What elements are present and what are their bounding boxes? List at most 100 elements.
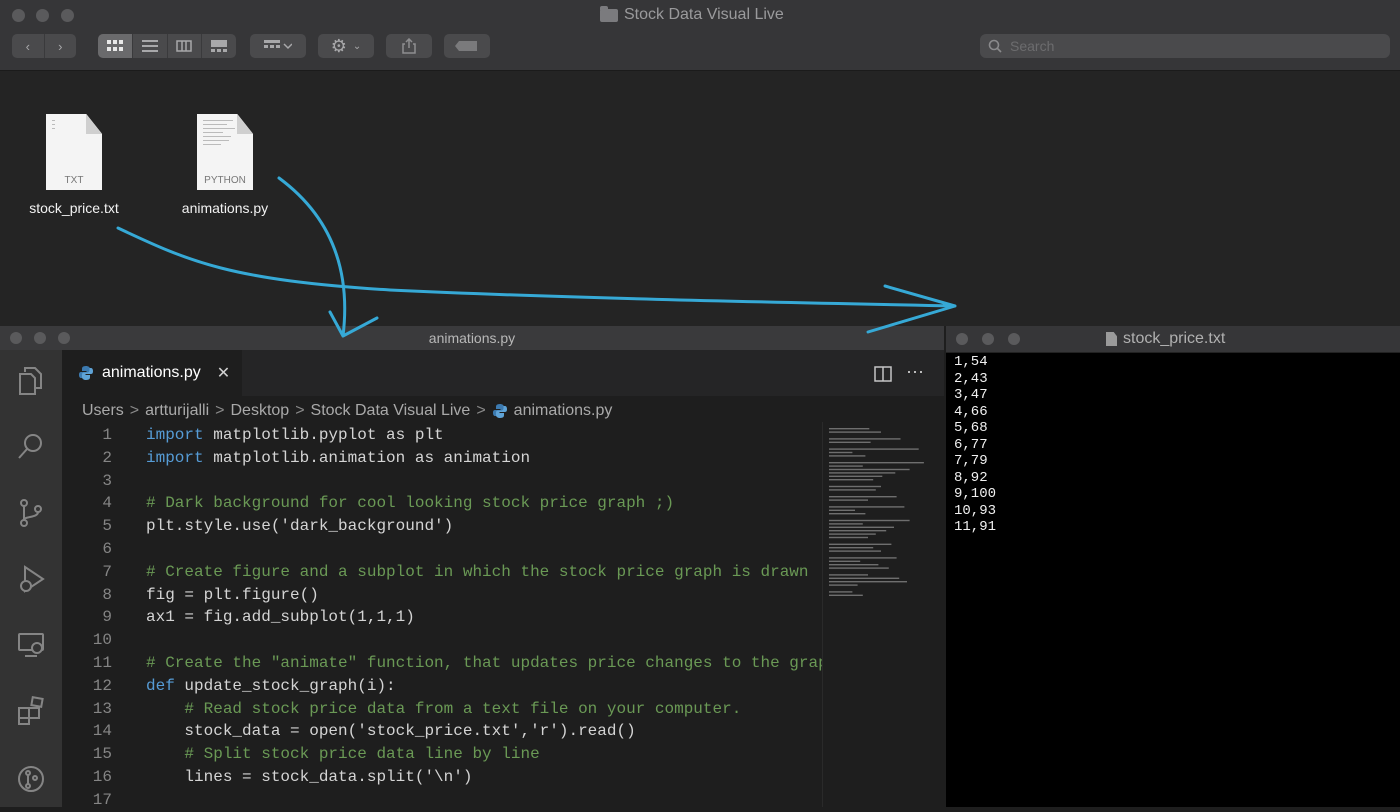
tags-button[interactable]: [444, 34, 490, 58]
file-name-label: stock_price.txt: [29, 200, 119, 216]
line-number: 14: [92, 722, 112, 741]
gallery-view-button[interactable]: [202, 34, 236, 58]
nav-buttons: ‹ ›: [12, 34, 76, 58]
text-line: 7,79: [954, 453, 988, 469]
minimap[interactable]: [822, 422, 943, 807]
code-text: # Create the "animate" function, that up…: [146, 653, 847, 672]
code-line[interactable]: 1 import matplotlib.pyplot as plt: [62, 424, 822, 447]
line-number: 15: [92, 745, 112, 764]
code-line[interactable]: 16 lines = stock_data.split('\n'): [62, 766, 822, 789]
code-line[interactable]: 2 import matplotlib.animation as animatio…: [62, 447, 822, 470]
breadcrumb-separator: >: [295, 402, 305, 419]
list-view-button[interactable]: [133, 34, 168, 58]
files-icon[interactable]: [16, 366, 46, 396]
close-window-button[interactable]: [12, 9, 25, 22]
zoom-window-button[interactable]: [61, 9, 74, 22]
python-document-icon: PYTHON: [197, 114, 253, 190]
text-document-icon: TXT: [46, 114, 102, 190]
breadcrumb-item-file[interactable]: animations.py: [514, 402, 613, 420]
code-line[interactable]: 7 # Create figure and a subplot in which …: [62, 561, 822, 584]
run-debug-icon[interactable]: [16, 564, 46, 594]
breadcrumb-item-folder[interactable]: Stock Data Visual Live: [311, 402, 471, 420]
source-control-icon[interactable]: [16, 498, 46, 528]
line-number: 11: [92, 653, 112, 672]
remote-explorer-icon[interactable]: [16, 630, 46, 660]
icon-view-button[interactable]: [98, 34, 133, 58]
code-text: import matplotlib.pyplot as plt: [146, 426, 444, 444]
line-number: 2: [102, 448, 112, 467]
code-line[interactable]: 6: [62, 538, 822, 561]
line-number: 5: [102, 517, 112, 536]
minimap-canvas: [829, 428, 924, 596]
share-button[interactable]: [386, 34, 432, 58]
text-line: 8,92: [954, 469, 988, 486]
group-by-button[interactable]: [250, 34, 306, 58]
extensions-icon[interactable]: [16, 696, 46, 726]
code-editor[interactable]: 1 import matplotlib.pyplot as plt 2 import …: [62, 424, 847, 809]
group-icon: [264, 40, 292, 50]
textedit-title-text: stock_price.txt: [1123, 330, 1226, 347]
code-text: # Split stock price data line by line: [146, 745, 540, 764]
action-menu-button[interactable]: ⚙ ⌄: [318, 34, 374, 58]
more-actions-icon[interactable]: ⋯: [906, 362, 924, 383]
line-number: 4: [102, 494, 112, 513]
back-button[interactable]: ‹: [12, 34, 45, 58]
close-tab-icon[interactable]: ✕: [217, 363, 230, 383]
code-line[interactable]: 13 # Read stock price data from a text f…: [62, 698, 822, 721]
column-view-button[interactable]: [168, 34, 203, 58]
code-line[interactable]: 15 # Split stock price data line by line: [62, 743, 822, 766]
text-line: 6,77: [954, 436, 988, 453]
finder-title: Stock Data Visual Live: [600, 5, 784, 24]
code-line[interactable]: 14 stock_data = open('stock_price.txt','…: [62, 720, 822, 743]
split-editor-icon: [874, 366, 892, 382]
code-line[interactable]: 8 fig = plt.figure(): [62, 584, 822, 607]
git-graph-icon[interactable]: [16, 764, 46, 794]
breadcrumb-item-users[interactable]: Users: [82, 402, 124, 420]
breadcrumb: Users > artturijalli > Desktop > Stock D…: [82, 400, 612, 422]
split-editor-button[interactable]: [874, 366, 892, 387]
close-window-button[interactable]: [956, 333, 968, 345]
forward-button[interactable]: ›: [45, 34, 77, 58]
file-kind-label: PYTHON: [204, 175, 246, 186]
search-input[interactable]: [1008, 37, 1372, 55]
code-text: stock_data = open('stock_price.txt','r')…: [146, 722, 636, 741]
code-line[interactable]: 10: [62, 629, 822, 652]
search-field[interactable]: [980, 34, 1390, 58]
file-stock-price-txt[interactable]: TXT stock_price.txt: [4, 114, 144, 216]
text-content[interactable]: 1,54 2,43 3,47 4,66 5,68 6,77 7,79 8,92 9,100 10,…: [954, 354, 996, 536]
text-line: 3,47: [954, 387, 988, 403]
tab-animations-py[interactable]: animations.py ✕: [62, 350, 242, 396]
line-number: 6: [102, 539, 112, 558]
file-animations-py[interactable]: PYTHON animations.py: [155, 114, 295, 216]
line-number: 12: [92, 676, 112, 695]
code-line[interactable]: 3: [62, 470, 822, 493]
search-icon[interactable]: [16, 432, 46, 462]
textedit-title: stock_price.txt: [1106, 330, 1225, 348]
chevron-left-icon: ‹: [25, 38, 30, 54]
code-line[interactable]: 5 plt.style.use('dark_background'): [62, 515, 822, 538]
code-line[interactable]: 17: [62, 789, 822, 812]
code-line[interactable]: 4 # Dark background for cool looking stoc…: [62, 492, 822, 515]
code-text: ax1 = fig.add_subplot(1,1,1): [146, 608, 415, 627]
breadcrumb-item-desktop[interactable]: Desktop: [230, 402, 289, 420]
code-text: def update_stock_graph(i):: [146, 676, 396, 695]
code-line[interactable]: 12 def update_stock_graph(i):: [62, 675, 822, 698]
minimize-window-button[interactable]: [982, 333, 994, 345]
breadcrumb-item-user[interactable]: artturijalli: [145, 402, 209, 420]
code-line[interactable]: 9 ax1 = fig.add_subplot(1,1,1): [62, 606, 822, 629]
code-text: plt.style.use('dark_background'): [146, 517, 454, 536]
minimize-window-button[interactable]: [36, 9, 49, 22]
code-text: import matplotlib.animation as animation: [146, 448, 531, 467]
code-text: # Create figure and a subplot in which t…: [146, 562, 809, 581]
search-icon: [988, 39, 1002, 53]
text-line: 9,100: [954, 486, 997, 502]
zoom-window-button[interactable]: [1008, 333, 1020, 345]
code-line[interactable]: 11 # Create the "animate" function, that …: [62, 652, 847, 675]
finder-titlebar: Stock Data Visual Live ‹ › ⚙ ⌄ Search: [0, 0, 1400, 71]
text-line: 5,68: [954, 420, 988, 436]
python-icon: [492, 404, 507, 418]
line-number: 7: [102, 562, 112, 581]
line-number: 1: [102, 426, 112, 444]
text-line: 1,54: [954, 354, 988, 370]
text-line: 4,66: [954, 403, 988, 420]
